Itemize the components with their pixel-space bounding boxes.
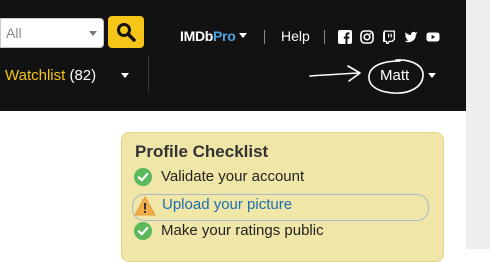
watchlist-link[interactable]: Watchlist (82) [5, 67, 96, 84]
check-icon [134, 168, 152, 186]
facebook-icon[interactable] [338, 30, 352, 44]
search-category-value: All [6, 25, 22, 41]
chevron-down-icon[interactable] [121, 73, 129, 78]
youtube-icon[interactable] [426, 30, 440, 44]
chevron-down-icon[interactable] [428, 73, 436, 78]
watchlist-label: Watchlist [5, 67, 66, 84]
search-button[interactable] [108, 16, 144, 48]
help-link[interactable]: Help [281, 28, 310, 44]
check-icon [134, 222, 152, 240]
chevron-down-icon [89, 31, 97, 36]
divider [148, 56, 149, 92]
page-scroll-gutter [466, 0, 490, 249]
annotation-circle-icon [368, 59, 424, 94]
imdbpro-menu[interactable]: IMDbPro [180, 28, 236, 44]
annotation-arrow-icon [309, 65, 361, 82]
search-category-select[interactable]: All [0, 18, 104, 48]
checklist-item: Make your ratings public [161, 222, 324, 239]
watchlist-count: (82) [69, 67, 97, 84]
instagram-icon[interactable] [360, 30, 374, 44]
imdbpro-suffix: Pro [213, 28, 236, 44]
twitch-icon[interactable] [382, 30, 396, 44]
divider [264, 30, 265, 44]
divider [324, 30, 325, 44]
warning-icon [134, 196, 156, 216]
chevron-down-icon[interactable] [239, 33, 247, 38]
checklist-item: Validate your account [161, 168, 305, 185]
imdbpro-brand: IMDb [180, 28, 214, 44]
twitter-icon[interactable] [404, 30, 418, 44]
search-icon [117, 23, 136, 42]
upload-picture-link[interactable]: Upload your picture [162, 196, 292, 213]
checklist-title: Profile Checklist [135, 142, 269, 161]
